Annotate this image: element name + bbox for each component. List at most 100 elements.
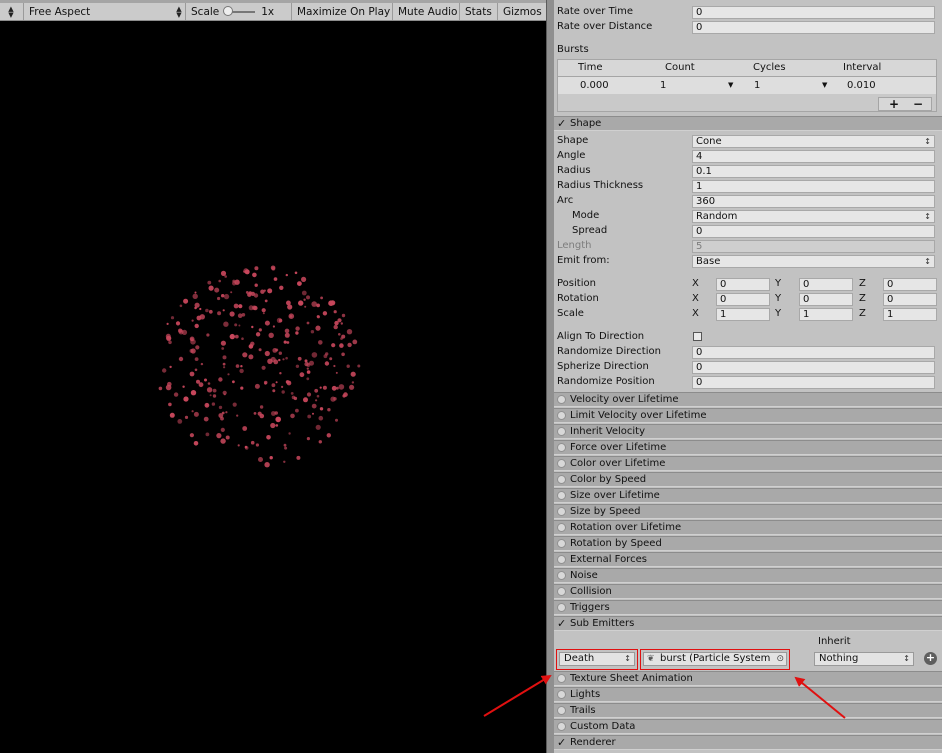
module-size-by-speed[interactable]: Size by Speed xyxy=(554,504,942,519)
sub-emitter-type-dropdown[interactable]: Death xyxy=(559,652,635,666)
module-velocity-over-lifetime[interactable]: Velocity over Lifetime xyxy=(554,392,942,407)
burst-time-field[interactable]: 0.000 xyxy=(580,80,609,91)
module-toggle-icon[interactable] xyxy=(557,603,566,612)
position-x-field[interactable]: 0 xyxy=(716,278,770,291)
mute-audio-button[interactable]: Mute Audio xyxy=(393,3,460,20)
particle xyxy=(220,438,226,444)
checkmark-icon[interactable]: ✓ xyxy=(557,117,566,130)
checkmark-icon[interactable]: ✓ xyxy=(557,617,566,630)
align-direction-checkbox[interactable] xyxy=(693,332,702,341)
module-color-over-lifetime[interactable]: Color over Lifetime xyxy=(554,456,942,471)
position-y-field[interactable]: 0 xyxy=(799,278,853,291)
module-toggle-icon[interactable] xyxy=(557,475,566,484)
module-toggle-icon[interactable] xyxy=(557,674,566,683)
module-toggle-icon[interactable] xyxy=(557,427,566,436)
randomize-position-field[interactable]: 0 xyxy=(692,376,935,389)
particle xyxy=(310,330,315,334)
module-collision[interactable]: Collision xyxy=(554,584,942,599)
module-toggle-icon[interactable] xyxy=(557,411,566,420)
scale-x-field[interactable]: 1 xyxy=(716,308,770,321)
module-toggle-icon[interactable] xyxy=(557,395,566,404)
stats-button[interactable]: Stats xyxy=(460,3,498,20)
module-toggle-icon[interactable] xyxy=(557,443,566,452)
particle xyxy=(279,372,282,375)
module-toggle-icon[interactable] xyxy=(557,539,566,548)
sub-emitters-module-header[interactable]: ✓ Sub Emitters xyxy=(554,616,942,631)
arc-field[interactable]: 360 xyxy=(692,195,935,208)
module-external-forces[interactable]: External Forces xyxy=(554,552,942,567)
remove-burst-button[interactable]: − xyxy=(913,97,923,111)
module-inherit-velocity[interactable]: Inherit Velocity xyxy=(554,424,942,439)
particle xyxy=(254,266,259,271)
count-dropdown-icon[interactable]: ▼ xyxy=(728,81,733,89)
module-rotation-over-lifetime[interactable]: Rotation over Lifetime xyxy=(554,520,942,535)
add-burst-button[interactable]: + xyxy=(889,97,899,111)
module-toggle-icon[interactable] xyxy=(557,571,566,580)
renderer-module-header[interactable]: ✓ Renderer xyxy=(554,735,942,750)
position-z-field[interactable]: 0 xyxy=(883,278,937,291)
module-toggle-icon[interactable] xyxy=(557,523,566,532)
module-texture-sheet-animation[interactable]: Texture Sheet Animation xyxy=(554,671,942,686)
randomize-direction-field[interactable]: 0 xyxy=(692,346,935,359)
gizmos-button[interactable]: Gizmos xyxy=(498,3,546,20)
rotation-y-field[interactable]: 0 xyxy=(799,293,853,306)
rate-over-distance-field[interactable]: 0 xyxy=(692,21,935,34)
scale-slider[interactable] xyxy=(223,5,256,16)
module-triggers[interactable]: Triggers xyxy=(554,600,942,615)
scale-z-field[interactable]: 1 xyxy=(883,308,937,321)
scale-y-field[interactable]: 1 xyxy=(799,308,853,321)
panel-divider[interactable] xyxy=(546,0,554,753)
module-toggle-icon[interactable] xyxy=(557,459,566,468)
burst-interval-field[interactable]: 0.010 xyxy=(847,80,876,91)
mode-dropdown[interactable]: Random xyxy=(692,210,935,223)
module-force-over-lifetime[interactable]: Force over Lifetime xyxy=(554,440,942,455)
maximize-on-play-button[interactable]: Maximize On Play xyxy=(292,3,393,20)
module-custom-data[interactable]: Custom Data xyxy=(554,719,942,734)
module-size-over-lifetime[interactable]: Size over Lifetime xyxy=(554,488,942,503)
checkmark-icon[interactable]: ✓ xyxy=(557,736,566,749)
module-toggle-icon[interactable] xyxy=(557,555,566,564)
slider-knob-icon[interactable] xyxy=(223,5,234,16)
spread-field[interactable]: 0 xyxy=(692,225,935,238)
module-trails[interactable]: Trails xyxy=(554,703,942,718)
module-toggle-icon[interactable] xyxy=(557,491,566,500)
display-dropdown[interactable]: ▲ ▼ xyxy=(0,3,24,20)
module-toggle-icon[interactable] xyxy=(557,587,566,596)
module-rotation-by-speed[interactable]: Rotation by Speed xyxy=(554,536,942,551)
object-picker-icon[interactable]: ⊙ xyxy=(776,653,784,665)
module-limit-velocity[interactable]: Limit Velocity over Lifetime xyxy=(554,408,942,423)
add-sub-emitter-button[interactable]: + xyxy=(924,652,937,665)
rotation-z-field[interactable]: 0 xyxy=(883,293,937,306)
particle xyxy=(316,315,320,318)
emit-from-dropdown[interactable]: Base xyxy=(692,255,935,268)
module-noise[interactable]: Noise xyxy=(554,568,942,583)
shape-dropdown[interactable]: Cone xyxy=(692,135,935,148)
angle-field[interactable]: 4 xyxy=(692,150,935,163)
burst-entry[interactable]: 0.000 1 ▼ 1 ▼ 0.010 xyxy=(558,77,936,94)
module-toggle-icon[interactable] xyxy=(557,690,566,699)
inherit-dropdown[interactable]: Nothing xyxy=(814,652,914,666)
particle xyxy=(168,402,172,407)
shape-module-header[interactable]: ✓ Shape xyxy=(554,116,942,131)
rotation-x-field[interactable]: 0 xyxy=(716,293,770,306)
module-lights[interactable]: Lights xyxy=(554,687,942,702)
radius-thickness-field[interactable]: 1 xyxy=(692,180,935,193)
module-toggle-icon[interactable] xyxy=(557,507,566,516)
burst-count-field[interactable]: 1 xyxy=(660,80,666,91)
rate-over-time-field[interactable]: 0 xyxy=(692,6,935,19)
module-toggle-icon[interactable] xyxy=(557,722,566,731)
radius-field[interactable]: 0.1 xyxy=(692,165,935,178)
particle xyxy=(283,460,286,463)
module-toggle-icon[interactable] xyxy=(557,706,566,715)
particle xyxy=(205,432,210,437)
module-color-by-speed[interactable]: Color by Speed xyxy=(554,472,942,487)
sub-emitters-title: Sub Emitters xyxy=(570,618,635,629)
aspect-dropdown[interactable]: Free Aspect ▲ ▼ xyxy=(24,3,186,20)
burst-cycles-field[interactable]: 1 xyxy=(754,80,760,91)
cycles-dropdown-icon[interactable]: ▼ xyxy=(822,81,827,89)
scale-control[interactable]: Scale 1x xyxy=(186,3,292,20)
sub-emitter-object-field[interactable]: ❦ burst (Particle System ⊙ xyxy=(643,652,787,666)
scale-label: Scale xyxy=(191,5,220,18)
particle xyxy=(193,411,199,417)
spherize-direction-field[interactable]: 0 xyxy=(692,361,935,374)
